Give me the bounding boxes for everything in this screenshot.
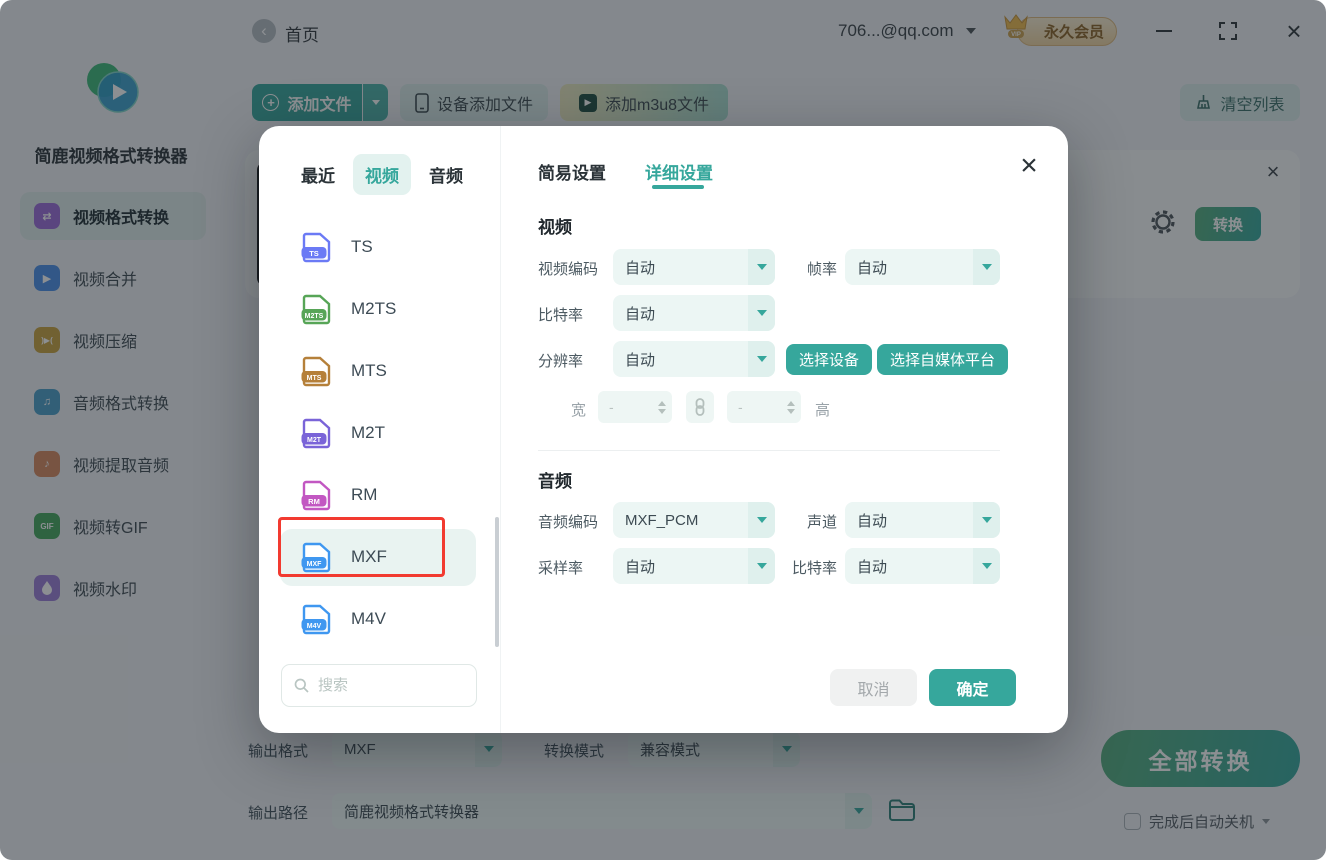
ok-button[interactable]: 确定 bbox=[929, 669, 1016, 706]
stepper-arrows-icon[interactable] bbox=[781, 400, 801, 414]
tab-recent[interactable]: 最近 bbox=[289, 154, 347, 195]
chevron-down-icon bbox=[748, 548, 775, 584]
selection-highlight-red-box bbox=[278, 517, 445, 577]
search-icon bbox=[294, 678, 309, 693]
svg-text:M2TS: M2TS bbox=[305, 313, 324, 320]
channel-label: 声道 bbox=[806, 514, 837, 531]
format-name: RM bbox=[351, 485, 378, 504]
video-bitrate-select[interactable]: 自动 bbox=[613, 295, 775, 331]
mts-file-icon: MTS bbox=[301, 356, 331, 386]
format-item-ts[interactable]: TS TS bbox=[299, 227, 373, 267]
height-label: 高 bbox=[815, 402, 831, 419]
video-section-title: 视频 bbox=[538, 218, 572, 237]
svg-text:MTS: MTS bbox=[307, 375, 322, 382]
chevron-down-icon bbox=[748, 502, 775, 538]
tab-detail-settings[interactable]: 详细设置 bbox=[645, 159, 713, 184]
format-name: M2T bbox=[351, 423, 385, 442]
tab-audio[interactable]: 音频 bbox=[417, 154, 475, 195]
app-window: ‹ 首页 706...@qq.com 永久会员 VIP × 简鹿视频格式转换器 … bbox=[0, 0, 1326, 860]
search-input[interactable] bbox=[316, 676, 446, 695]
modal-close-button[interactable]: × bbox=[1011, 148, 1047, 184]
format-name: MTS bbox=[351, 361, 387, 380]
format-name: M4V bbox=[351, 609, 386, 628]
format-item-mts[interactable]: MTS MTS bbox=[299, 351, 387, 391]
panel-divider bbox=[500, 126, 501, 733]
fps-value: 自动 bbox=[857, 259, 888, 277]
list-scrollbar[interactable] bbox=[495, 517, 499, 647]
section-divider bbox=[538, 450, 1000, 451]
fps-select[interactable]: 自动 bbox=[845, 249, 1000, 285]
format-item-m4v[interactable]: M4V M4V bbox=[299, 599, 386, 639]
active-tab-underline bbox=[652, 185, 704, 189]
channel-select[interactable]: 自动 bbox=[845, 502, 1000, 538]
audio-codec-label: 音频编码 bbox=[538, 514, 599, 531]
height-stepper[interactable]: - bbox=[727, 391, 801, 423]
cancel-button[interactable]: 取消 bbox=[830, 669, 917, 706]
aspect-link-button[interactable] bbox=[686, 391, 714, 423]
select-platform-label: 选择自媒体平台 bbox=[890, 352, 996, 369]
audio-codec-select[interactable]: MXF_PCM bbox=[613, 502, 775, 538]
cancel-label: 取消 bbox=[857, 681, 890, 699]
fps-label: 帧率 bbox=[806, 261, 837, 278]
audio-bitrate-label: 比特率 bbox=[791, 560, 837, 577]
m4v-file-icon: M4V bbox=[301, 604, 331, 634]
height-value: - bbox=[738, 399, 743, 415]
resolution-label: 分辨率 bbox=[538, 353, 584, 370]
select-platform-button[interactable]: 选择自媒体平台 bbox=[877, 344, 1009, 375]
resolution-value: 自动 bbox=[625, 351, 656, 369]
tab-simple-settings[interactable]: 简易设置 bbox=[538, 159, 606, 184]
chevron-down-icon bbox=[973, 249, 1000, 285]
ts-file-icon: TS bbox=[301, 232, 331, 262]
format-name: TS bbox=[351, 237, 373, 256]
width-label: 宽 bbox=[571, 402, 587, 419]
video-codec-label: 视频编码 bbox=[538, 261, 599, 278]
chevron-down-icon bbox=[748, 249, 775, 285]
resolution-select[interactable]: 自动 bbox=[613, 341, 775, 377]
ok-label: 确定 bbox=[956, 681, 989, 699]
audio-bitrate-select[interactable]: 自动 bbox=[845, 548, 1000, 584]
format-settings-modal: 最近 视频 音频 TS TS M2TS M2TS MTS MTS M2T M2T… bbox=[259, 126, 1068, 733]
video-bitrate-label: 比特率 bbox=[538, 307, 584, 324]
width-stepper[interactable]: - bbox=[598, 391, 672, 423]
svg-text:M4V: M4V bbox=[307, 623, 322, 630]
format-item-rm[interactable]: RM RM bbox=[299, 475, 377, 515]
sample-rate-label: 采样率 bbox=[538, 560, 584, 577]
format-item-m2ts[interactable]: M2TS M2TS bbox=[299, 289, 396, 329]
svg-text:RM: RM bbox=[308, 497, 320, 506]
m2t-file-icon: M2T bbox=[301, 418, 331, 448]
svg-text:TS: TS bbox=[309, 249, 319, 258]
format-search bbox=[281, 664, 477, 707]
chevron-down-icon bbox=[748, 295, 775, 331]
svg-text:M2T: M2T bbox=[307, 437, 322, 444]
audio-section-title: 音频 bbox=[538, 472, 572, 491]
tab-video[interactable]: 视频 bbox=[353, 154, 411, 195]
rm-file-icon: RM bbox=[301, 480, 331, 510]
select-device-button[interactable]: 选择设备 bbox=[786, 344, 873, 375]
video-codec-select[interactable]: 自动 bbox=[613, 249, 775, 285]
format-item-m2t[interactable]: M2T M2T bbox=[299, 413, 385, 453]
format-tabs: 最近 视频 音频 bbox=[289, 154, 475, 195]
channel-value: 自动 bbox=[857, 512, 888, 530]
sample-rate-select[interactable]: 自动 bbox=[613, 548, 775, 584]
m2ts-file-icon: M2TS bbox=[301, 294, 331, 324]
video-codec-value: 自动 bbox=[625, 259, 656, 277]
sample-rate-value: 自动 bbox=[625, 558, 656, 576]
format-name: M2TS bbox=[351, 299, 397, 318]
link-icon bbox=[695, 398, 705, 416]
audio-bitrate-value: 自动 bbox=[857, 558, 888, 576]
chevron-down-icon bbox=[973, 548, 1000, 584]
chevron-down-icon bbox=[748, 341, 775, 377]
audio-codec-value: MXF_PCM bbox=[625, 511, 699, 529]
video-bitrate-value: 自动 bbox=[625, 305, 656, 323]
stepper-arrows-icon[interactable] bbox=[652, 400, 672, 414]
select-device-label: 选择设备 bbox=[799, 352, 860, 369]
chevron-down-icon bbox=[973, 502, 1000, 538]
width-value: - bbox=[609, 399, 614, 415]
